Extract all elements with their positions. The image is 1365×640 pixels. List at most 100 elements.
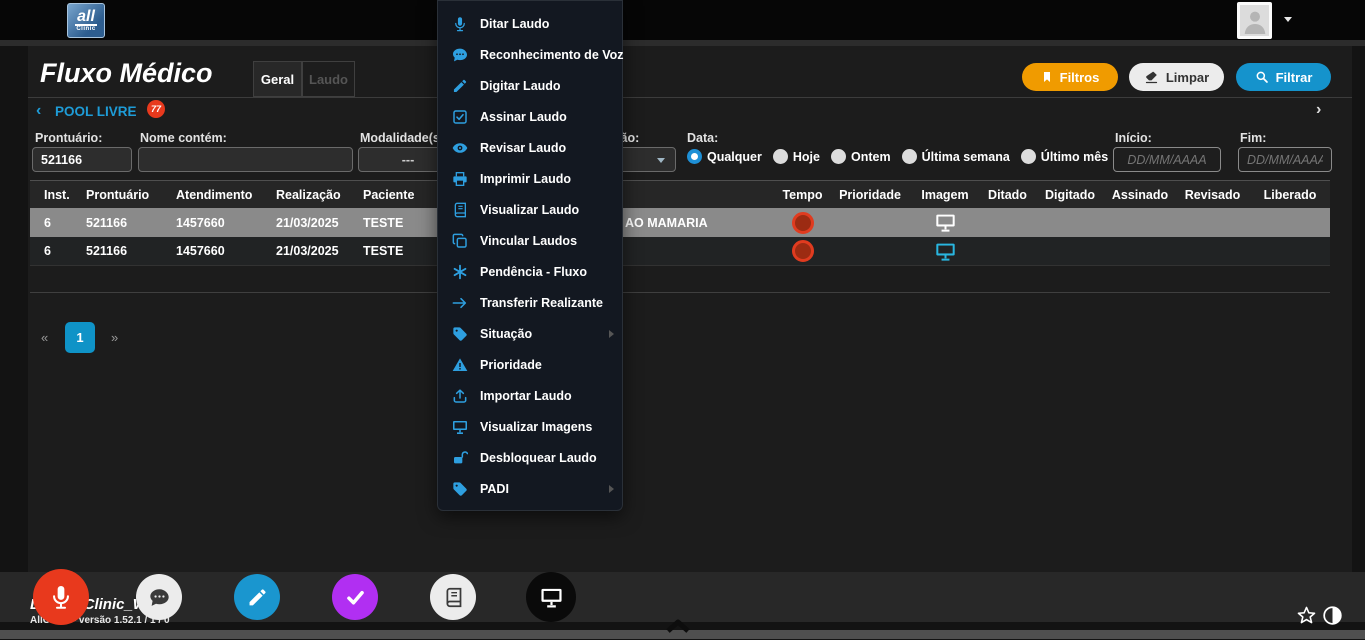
cell-tempo xyxy=(775,212,830,234)
tab-geral[interactable]: Geral xyxy=(253,61,302,97)
app-window: all Clinic FluxosÁrea de ExamesFinanceir… xyxy=(0,0,1365,640)
date-radio-qualquer[interactable]: Qualquer xyxy=(687,149,762,164)
laudo-context-menu: Ditar Laudo Reconhecimento de Voz Digitar … xyxy=(437,0,623,511)
col-header-ditado: Ditado xyxy=(980,188,1035,202)
pagination-prev[interactable]: « xyxy=(41,330,48,345)
logo-text-top: all xyxy=(75,10,97,26)
cell-atendimento: 1457660 xyxy=(162,244,262,258)
col-header-paciente: Paciente xyxy=(349,188,440,202)
date-radio--ltima-semana[interactable]: Última semana xyxy=(902,149,1010,164)
menu-item-label: PADI xyxy=(480,482,609,496)
report-fab[interactable] xyxy=(430,574,476,620)
clone-icon xyxy=(452,233,468,249)
images-fab[interactable] xyxy=(526,572,576,622)
page-title: Fluxo Médico xyxy=(40,58,213,89)
check-square-icon xyxy=(452,109,468,125)
menu-item-ditar-laudo[interactable]: Ditar Laudo xyxy=(438,8,622,39)
pool-livre-link[interactable]: POOL LIVRE xyxy=(55,104,137,119)
cell-prontuario: 521166 xyxy=(72,244,162,258)
contrast-icon[interactable] xyxy=(1322,605,1343,626)
avatar-placeholder-icon xyxy=(1240,5,1269,36)
nav-divider xyxy=(0,40,1365,46)
menu-item-desbloquear-laudo[interactable]: Desbloquear Laudo xyxy=(438,442,622,473)
filtrar-button[interactable]: Filtrar xyxy=(1236,63,1331,91)
radio-label: Última semana xyxy=(922,150,1010,164)
menu-item-pend-ncia-fluxo[interactable]: Pendência - Fluxo xyxy=(438,256,622,287)
menu-item-visualizar-imagens[interactable]: Visualizar Imagens xyxy=(438,411,622,442)
user-avatar[interactable] xyxy=(1237,2,1272,39)
menu-item-transferir-realizante[interactable]: Transferir Realizante xyxy=(438,287,622,318)
menu-item-label: Assinar Laudo xyxy=(480,110,614,124)
logo-text-bottom: Clinic xyxy=(76,26,95,32)
desktop-icon xyxy=(452,419,468,435)
desktop-icon xyxy=(540,586,563,609)
cell-imagem xyxy=(910,241,980,262)
menu-item-reconhecimento-de-voz[interactable]: Reconhecimento de Voz xyxy=(438,39,622,70)
asterisk-icon xyxy=(452,264,468,280)
exams-table: Inst.ProntuárioAtendimentoRealizaçãoPaci… xyxy=(30,180,1330,293)
type-fab[interactable] xyxy=(234,574,280,620)
menu-item-padi[interactable]: PADI xyxy=(438,473,622,504)
avatar-caret-icon[interactable] xyxy=(1284,17,1292,22)
menu-item-visualizar-laudo[interactable]: Visualizar Laudo xyxy=(438,194,622,225)
top-nav xyxy=(0,0,1365,40)
pagination-next[interactable]: » xyxy=(111,330,118,345)
chevron-down-icon xyxy=(657,158,665,163)
modalidade-label: Modalidade(s): xyxy=(360,131,448,145)
tempo-status-icon xyxy=(792,212,814,234)
prontuario-label: Prontuário: xyxy=(35,131,102,145)
limpar-button[interactable]: Limpar xyxy=(1129,63,1224,91)
col-header-liberado: Liberado xyxy=(1250,188,1330,202)
fim-input[interactable] xyxy=(1238,147,1332,172)
allclinic-logo[interactable]: all Clinic xyxy=(67,3,105,38)
date-radio-hoje[interactable]: Hoje xyxy=(773,149,820,164)
chat-fab[interactable] xyxy=(136,574,182,620)
radio-dot-icon xyxy=(831,149,846,164)
nome-label: Nome contém: xyxy=(140,131,227,145)
tab-laudo[interactable]: Laudo xyxy=(302,61,355,97)
cell-paciente: TESTE xyxy=(349,216,440,230)
menu-item-prioridade[interactable]: Prioridade xyxy=(438,349,622,380)
desktop-icon[interactable] xyxy=(935,212,956,233)
menu-item-label: Situação xyxy=(480,327,609,341)
limpar-label: Limpar xyxy=(1166,70,1209,85)
dictate-fab[interactable] xyxy=(33,569,89,625)
cell-imagem xyxy=(910,212,980,233)
star-icon[interactable] xyxy=(1296,605,1317,626)
filtros-button[interactable]: Filtros xyxy=(1022,63,1118,91)
menu-item-imprimir-laudo[interactable]: Imprimir Laudo xyxy=(438,163,622,194)
col-header-prontu-rio: Prontuário xyxy=(72,188,162,202)
date-radio--ltimo-m-s[interactable]: Último mês xyxy=(1021,149,1108,164)
date-radio-ontem[interactable]: Ontem xyxy=(831,149,891,164)
book-icon xyxy=(452,202,468,218)
menu-item-label: Reconhecimento de Voz xyxy=(480,48,624,62)
collapse-chevron-up-icon[interactable] xyxy=(664,616,692,634)
pool-back-chevron-icon[interactable]: ‹ xyxy=(36,102,41,120)
filtros-label: Filtros xyxy=(1060,70,1100,85)
inicio-input[interactable] xyxy=(1113,147,1221,172)
prontuario-input[interactable] xyxy=(32,147,132,172)
pagination-page-1[interactable]: 1 xyxy=(65,322,95,353)
search-icon xyxy=(1255,70,1269,84)
arrow-right-icon xyxy=(452,295,468,311)
table-row-2[interactable]: 6521166145766021/03/2025TESTE xyxy=(30,237,1330,266)
date-radio-group: Qualquer Hoje Ontem Última semana Último mês… xyxy=(687,149,1175,164)
table-header-row: Inst.ProntuárioAtendimentoRealizaçãoPaci… xyxy=(30,180,1330,208)
radio-label: Último mês xyxy=(1041,150,1108,164)
menu-item-assinar-laudo[interactable]: Assinar Laudo xyxy=(438,101,622,132)
col-header-realiza-o: Realização xyxy=(262,188,349,202)
printer-icon xyxy=(452,171,468,187)
menu-item-vincular-laudos[interactable]: Vincular Laudos xyxy=(438,225,622,256)
cell-tempo xyxy=(775,240,830,262)
menu-item-situa-o[interactable]: Situação xyxy=(438,318,622,349)
radio-dot-icon xyxy=(902,149,917,164)
sign-fab[interactable] xyxy=(332,574,378,620)
menu-item-revisar-laudo[interactable]: Revisar Laudo xyxy=(438,132,622,163)
nome-input[interactable] xyxy=(138,147,353,172)
pool-forward-chevron-icon[interactable]: › xyxy=(1316,101,1321,119)
desktop-icon[interactable] xyxy=(935,241,956,262)
radio-label: Ontem xyxy=(851,150,891,164)
table-row-1[interactable]: 6521166145766021/03/2025TESTEAO MAMARIA xyxy=(30,208,1330,237)
menu-item-importar-laudo[interactable]: Importar Laudo xyxy=(438,380,622,411)
menu-item-digitar-laudo[interactable]: Digitar Laudo xyxy=(438,70,622,101)
